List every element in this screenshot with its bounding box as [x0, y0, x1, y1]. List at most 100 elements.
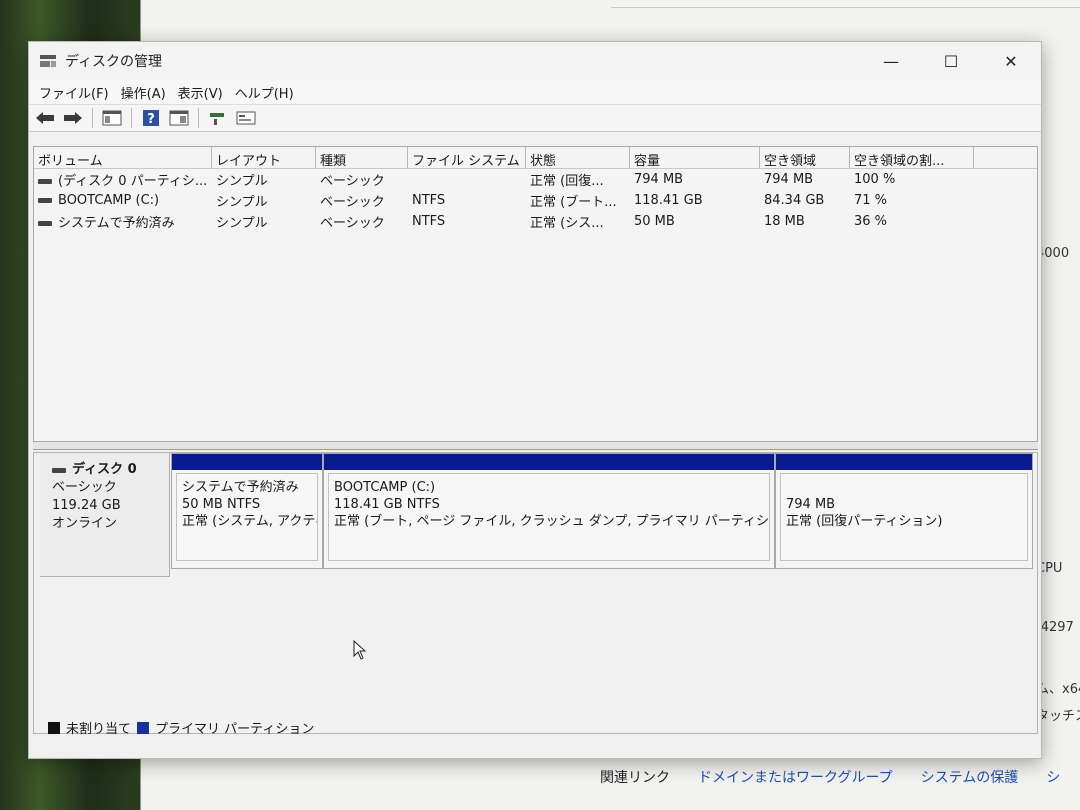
menu-file[interactable]: ファイル(F) — [37, 83, 119, 102]
cell-volume: BOOTCAMP (C:) — [34, 193, 212, 208]
partition-size: 50 MB NTFS — [182, 497, 261, 512]
background-heading-bar — [611, 0, 1080, 8]
toolbar-separator — [92, 108, 93, 128]
close-button[interactable]: ✕ — [981, 42, 1041, 80]
background-text-cpu: CPU — [1036, 561, 1063, 576]
volume-name: BOOTCAMP (C:) — [58, 193, 160, 208]
disk-management-window: ディスクの管理 — ☐ ✕ ファイル(F) 操作(A) 表示(V) ヘルプ(H)… — [28, 41, 1042, 759]
cell-layout: シンプル — [216, 174, 268, 189]
window-title: ディスクの管理 — [65, 54, 163, 70]
background-text-4000: 4000 — [1036, 246, 1070, 261]
disk-map-pane: ディスク 0 ベーシック 119.24 GB オンライン システムで予約済み 5… — [33, 452, 1038, 737]
minimize-button[interactable]: — — [861, 42, 921, 80]
volume-list: ボリューム レイアウト 種類 ファイル システム 状態 容量 空き領域 空き領域… — [33, 146, 1038, 442]
legend-swatch-unallocated — [48, 721, 60, 734]
disk-name-row: ディスク 0 — [52, 461, 169, 479]
disk-state: オンライン — [52, 516, 118, 531]
partition-status: 正常 (回復パーティション) — [786, 514, 943, 529]
column-header-free-space[interactable]: 空き領域 — [760, 147, 850, 168]
menu-bar: ファイル(F) 操作(A) 表示(V) ヘルプ(H) — [29, 80, 1041, 104]
cell-free-percent: 100 % — [854, 172, 896, 187]
console-tree-icon[interactable] — [100, 107, 124, 129]
partition-body: 794 MB 正常 (回復パーティション) — [780, 473, 1028, 561]
title-bar[interactable]: ディスクの管理 — ☐ ✕ — [29, 42, 1041, 80]
volume-name: (ディスク 0 パーティシ... — [58, 174, 208, 189]
column-header-file-system[interactable]: ファイル システム — [408, 147, 526, 168]
partition-band — [776, 454, 1032, 470]
volume-icon — [38, 198, 52, 203]
cell-free-percent: 36 % — [854, 214, 888, 229]
cell-free-percent: 71 % — [854, 193, 888, 208]
disk-type: ベーシック — [52, 480, 117, 495]
cell-free-space: 18 MB — [764, 214, 805, 229]
cell-capacity: 118.41 GB — [634, 193, 703, 208]
column-header-type[interactable]: 種類 — [316, 147, 408, 168]
legend-label-unallocated: 未割り当て — [66, 722, 132, 737]
column-header-layout[interactable]: レイアウト — [212, 147, 316, 168]
partition-body: BOOTCAMP (C:) 118.41 GB NTFS 正常 (ブート, ペー… — [328, 473, 770, 561]
system-protection-link[interactable]: システムの保護 — [921, 767, 1019, 787]
menu-action[interactable]: 操作(A) — [119, 83, 176, 102]
volume-icon — [38, 221, 52, 226]
table-row[interactable]: システムで予約済み シンプル ベーシック NTFS 正常 (シス... 50 M… — [34, 211, 1037, 232]
partition-bootcamp[interactable]: BOOTCAMP (C:) 118.41 GB NTFS 正常 (ブート, ペー… — [323, 453, 775, 569]
disk-0-label[interactable]: ディスク 0 ベーシック 119.24 GB オンライン — [40, 453, 170, 577]
legend-swatch-primary — [137, 721, 150, 734]
column-header-capacity[interactable]: 容量 — [630, 147, 760, 168]
cell-layout: シンプル — [216, 195, 268, 210]
action-pane-icon[interactable] — [167, 107, 191, 129]
cell-capacity: 794 MB — [634, 172, 684, 187]
partition-size: 794 MB — [786, 497, 836, 512]
partition-band — [172, 454, 322, 470]
maximize-button[interactable]: ☐ — [921, 42, 981, 80]
menu-view[interactable]: 表示(V) — [176, 83, 233, 102]
background-text-touch: タッチス — [1036, 709, 1080, 724]
legend-label-primary: プライマリ パーティション — [155, 722, 315, 737]
legend: 未割り当て プライマリ パーティション — [48, 718, 314, 737]
back-arrow-icon[interactable] — [33, 107, 57, 129]
partition-name: システムで予約済み — [182, 480, 299, 495]
cell-free-space: 84.34 GB — [764, 193, 825, 208]
disk-icon — [52, 467, 66, 473]
cell-free-space: 794 MB — [764, 172, 814, 187]
toolbar-separator — [198, 108, 199, 128]
cell-type: ベーシック — [320, 174, 385, 189]
cell-layout: シンプル — [216, 216, 268, 231]
background-text-x64: ム、x64 — [1036, 682, 1080, 697]
partition-band — [324, 454, 774, 470]
forward-arrow-icon[interactable] — [61, 107, 85, 129]
cell-file-system: NTFS — [412, 214, 446, 229]
background-text-number: -4297 — [1036, 620, 1074, 635]
pane-splitter[interactable] — [33, 442, 1038, 450]
volume-list-header: ボリューム レイアウト 種類 ファイル システム 状態 容量 空き領域 空き領域… — [34, 147, 1037, 169]
window-controls: — ☐ ✕ — [861, 42, 1041, 80]
domain-workgroup-link[interactable]: ドメインまたはワークグループ — [698, 767, 893, 787]
menu-help[interactable]: ヘルプ(H) — [233, 83, 304, 102]
partition-body: システムで予約済み 50 MB NTFS 正常 (システム, アクティ — [176, 473, 318, 561]
more-link[interactable]: シ — [1046, 767, 1060, 787]
cell-volume: システムで予約済み — [34, 212, 212, 231]
partition-size: 118.41 GB NTFS — [334, 497, 440, 512]
toolbar: ? — [29, 104, 1041, 132]
partition-status: 正常 (システム, アクティ — [182, 514, 318, 529]
svg-text:?: ? — [147, 112, 155, 127]
partition-recovery[interactable]: 794 MB 正常 (回復パーティション) — [775, 453, 1033, 569]
cell-status: 正常 (シス... — [530, 216, 604, 231]
disk-size: 119.24 GB — [52, 498, 121, 513]
cell-volume: (ディスク 0 パーティシ... — [34, 170, 212, 189]
column-header-free-percent[interactable]: 空き領域の割... — [850, 147, 974, 168]
properties-icon[interactable] — [234, 107, 258, 129]
column-header-status[interactable]: 状態 — [526, 147, 630, 168]
partition-system-reserved[interactable]: システムで予約済み 50 MB NTFS 正常 (システム, アクティ — [171, 453, 323, 569]
connect-disk-icon[interactable] — [206, 107, 230, 129]
help-icon[interactable]: ? — [139, 107, 163, 129]
table-row[interactable]: BOOTCAMP (C:) シンプル ベーシック NTFS 正常 (ブート...… — [34, 190, 1037, 211]
cell-file-system: NTFS — [412, 193, 446, 208]
disk-management-app-icon — [40, 55, 56, 67]
toolbar-separator — [131, 108, 132, 128]
related-links: 関連リンク ドメインまたはワークグループ システムの保護 シ — [600, 760, 1060, 794]
partition-name: BOOTCAMP (C:) — [334, 480, 436, 495]
column-header-volume[interactable]: ボリューム — [34, 147, 212, 168]
table-row[interactable]: (ディスク 0 パーティシ... シンプル ベーシック 正常 (回復... 79… — [34, 169, 1037, 190]
column-header-empty — [974, 147, 1037, 168]
